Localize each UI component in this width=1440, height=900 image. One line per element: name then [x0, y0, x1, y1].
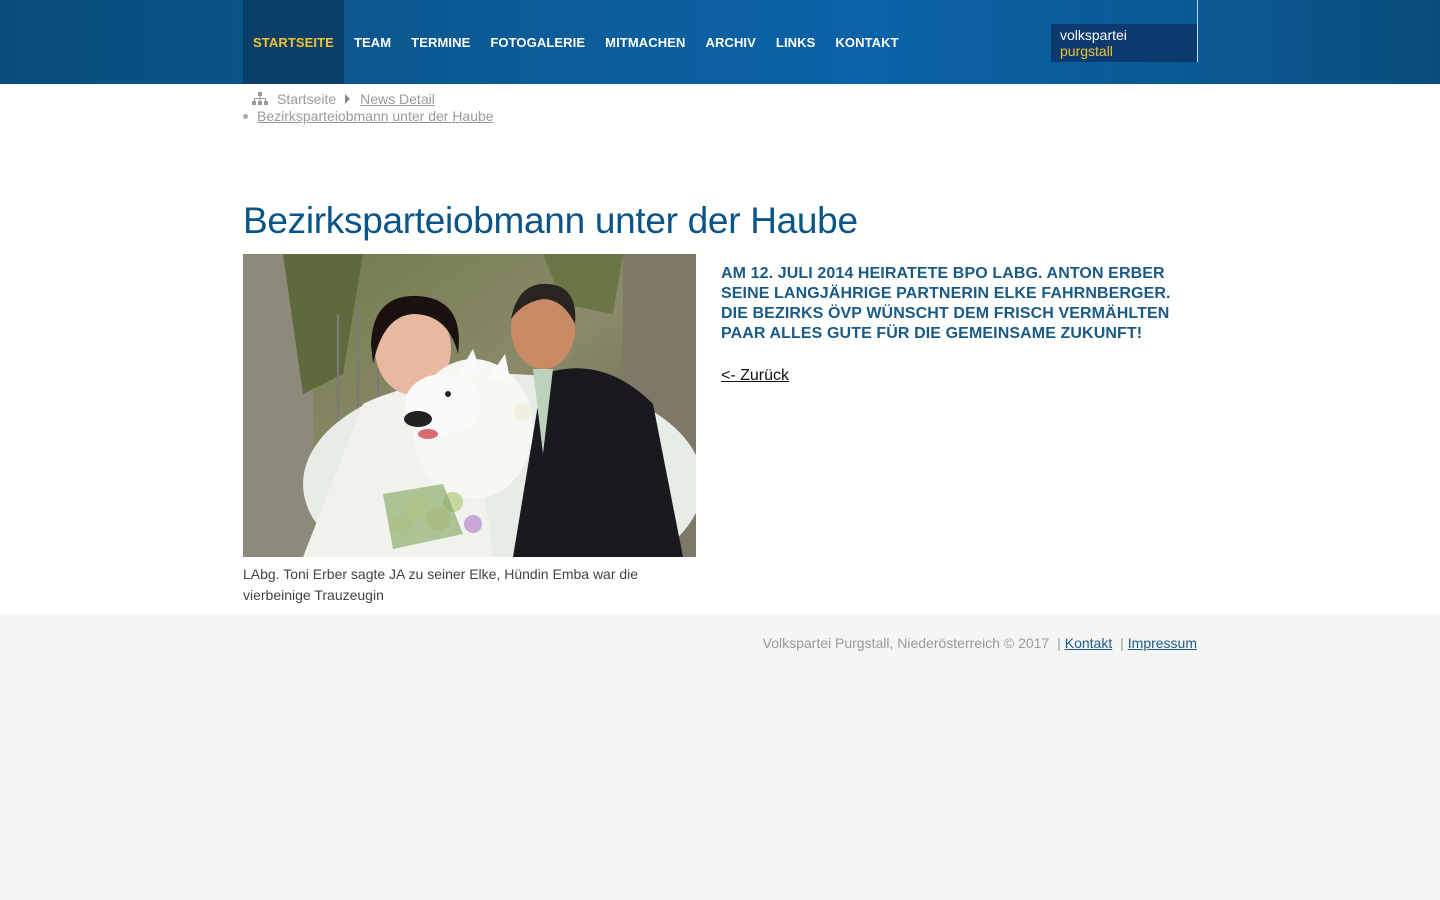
chevron-right-icon	[345, 94, 351, 104]
footer-contact-link[interactable]: Kontakt	[1065, 635, 1112, 651]
breadcrumb-home[interactable]: Startseite	[277, 91, 336, 107]
back-link[interactable]: <- Zurück	[721, 367, 789, 385]
footer-separator: |	[1057, 635, 1061, 651]
nav-item-fotogalerie[interactable]: Fotogalerie	[480, 0, 595, 84]
main-nav: Startseite Team Termine Fotogalerie Mitm…	[243, 0, 909, 84]
site-logo[interactable]: volkspartei purgstall	[1051, 24, 1198, 62]
nav-item-startseite[interactable]: Startseite	[243, 0, 344, 84]
logo-divider	[1197, 0, 1198, 24]
photo-caption: LAbg. Toni Erber sagte JA zu seiner Elke…	[243, 566, 639, 603]
breadcrumb-news-detail[interactable]: News Detail	[360, 91, 435, 107]
article-lead: Am 12. Juli 2014 heiratete BPO LAbg. Ant…	[721, 265, 1171, 342]
logo-text-purgstall: purgstall	[1060, 43, 1113, 59]
footer-copyright: Volkspartei Purgstall, Niederösterreich …	[762, 635, 1050, 651]
footer-imprint-link[interactable]: Impressum	[1128, 635, 1197, 651]
content-area	[0, 84, 1440, 615]
sitemap-icon	[252, 92, 268, 105]
nav-item-mitmachen[interactable]: Mitmachen	[595, 0, 695, 84]
nav-item-links[interactable]: Links	[766, 0, 826, 84]
footer-separator-2: |	[1120, 635, 1124, 651]
wedding-photo-illustration	[243, 254, 696, 557]
logo-text-volkspartei: volkspartei	[1060, 27, 1127, 43]
breadcrumb-current-row: Bezirksparteiobmann unter der Haube	[243, 107, 494, 125]
bullet-icon	[243, 113, 248, 119]
nav-item-team[interactable]: Team	[344, 0, 401, 84]
nav-item-archiv[interactable]: Archiv	[695, 0, 765, 84]
breadcrumb-current[interactable]: Bezirksparteiobmann unter der Haube	[257, 108, 494, 124]
nav-item-kontakt[interactable]: Kontakt	[825, 0, 908, 84]
site-footer: Volkspartei Purgstall, Niederösterreich …	[763, 635, 1197, 651]
article-photo	[243, 254, 696, 557]
site-header: Startseite Team Termine Fotogalerie Mitm…	[0, 0, 1440, 84]
nav-item-termine[interactable]: Termine	[401, 0, 480, 84]
breadcrumb: Startseite News Detail	[252, 90, 435, 108]
page-title: Bezirksparteiobmann unter der Haube	[243, 200, 858, 241]
